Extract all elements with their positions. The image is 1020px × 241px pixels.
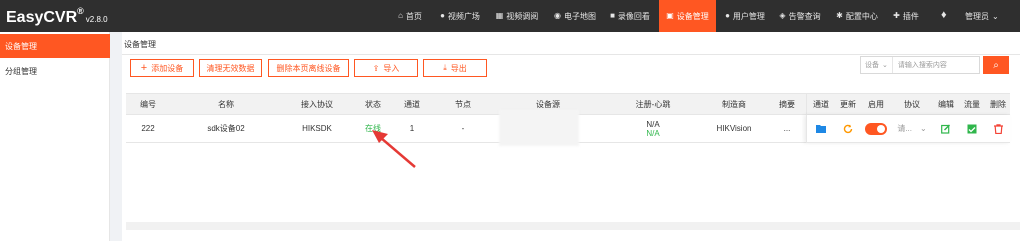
annotation-arrow: [372, 130, 416, 168]
horizontal-scrollbar[interactable]: [126, 222, 1020, 230]
